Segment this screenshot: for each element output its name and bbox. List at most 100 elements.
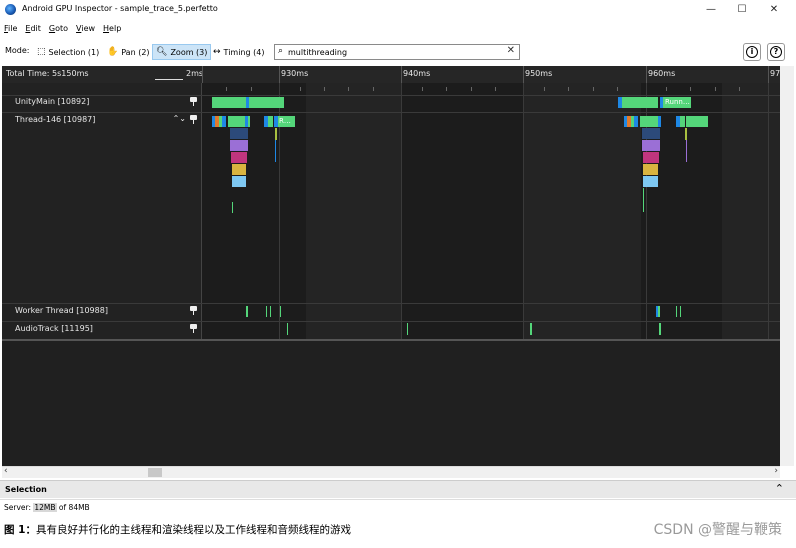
slice[interactable] bbox=[232, 176, 246, 187]
slice[interactable] bbox=[246, 306, 248, 317]
slice[interactable] bbox=[658, 306, 660, 317]
slice[interactable] bbox=[266, 306, 267, 317]
selection-panel-header[interactable]: Selection ⌃ bbox=[0, 480, 796, 498]
mode-selection-button[interactable]: ⬚ Selection (1) bbox=[33, 44, 103, 60]
info-button[interactable]: i bbox=[743, 43, 761, 61]
tick-label: 960ms bbox=[648, 69, 676, 78]
horizontal-scrollbar[interactable]: ‹ › bbox=[2, 466, 780, 478]
status-bar: Server: 12MB of 84MB bbox=[0, 499, 796, 514]
slice[interactable] bbox=[686, 140, 687, 162]
slice[interactable] bbox=[622, 97, 658, 108]
slice[interactable] bbox=[287, 323, 288, 335]
window-title: Android GPU Inspector - sample_trace_5.p… bbox=[22, 4, 218, 13]
slice[interactable] bbox=[230, 128, 248, 139]
toolbar: Mode: ⬚ Selection (1) ✋ Pan (2) 🔍︎ Zoom (3)… bbox=[0, 41, 796, 63]
slice[interactable] bbox=[680, 306, 681, 317]
slice[interactable] bbox=[686, 116, 708, 127]
mode-zoom-button[interactable]: 🔍︎ Zoom (3) bbox=[152, 44, 212, 60]
scroll-right-icon[interactable]: › bbox=[774, 466, 778, 476]
track-label-thread146[interactable]: Thread-146 [10987] bbox=[15, 115, 95, 124]
shade-band bbox=[722, 83, 780, 339]
mode-timing-button[interactable]: ↔ Timing (4) bbox=[209, 44, 268, 60]
figure-caption: 图 1：具有良好并行化的主线程和渲染线程以及工作线程和音频线程的游戏 bbox=[4, 524, 351, 536]
collapse-icon[interactable]: ⌃⌄ bbox=[173, 114, 186, 123]
pin-icon[interactable] bbox=[190, 324, 197, 333]
slice[interactable] bbox=[685, 128, 687, 140]
slice-label: Runn… bbox=[665, 98, 690, 106]
mode-pan-button[interactable]: ✋ Pan (2) bbox=[103, 44, 154, 60]
slice[interactable] bbox=[680, 116, 685, 127]
tick-mark bbox=[202, 66, 203, 83]
track-separator bbox=[2, 321, 780, 322]
app-logo-icon bbox=[5, 4, 16, 15]
slice[interactable] bbox=[634, 116, 638, 127]
slice[interactable] bbox=[245, 116, 248, 127]
shade-band bbox=[306, 83, 402, 339]
vertical-scrollbar[interactable] bbox=[780, 66, 794, 466]
slice[interactable] bbox=[275, 140, 276, 162]
menu-help[interactable]: Help bbox=[103, 24, 121, 33]
menu-bar: File Edit Goto View Help bbox=[0, 20, 796, 36]
help-button[interactable]: ? bbox=[767, 43, 785, 61]
total-time: Total Time: 5s150ms bbox=[6, 69, 89, 78]
track-separator bbox=[2, 303, 780, 304]
search-box[interactable]: ⌕ ✕ bbox=[274, 44, 520, 60]
track-label-worker-thread[interactable]: Worker Thread [10988] bbox=[15, 306, 108, 315]
close-button[interactable]: ✕ bbox=[760, 2, 788, 17]
slice[interactable] bbox=[659, 323, 661, 335]
tick-mark bbox=[523, 66, 524, 83]
slice[interactable] bbox=[407, 323, 408, 335]
slice[interactable] bbox=[676, 306, 677, 317]
slice[interactable] bbox=[658, 116, 661, 127]
chevron-up-icon[interactable]: ⌃ bbox=[775, 482, 784, 495]
pin-icon[interactable] bbox=[190, 97, 197, 106]
slice-label: R… bbox=[279, 117, 291, 125]
slice[interactable] bbox=[643, 152, 659, 163]
menu-file[interactable]: File bbox=[4, 24, 17, 33]
slice[interactable] bbox=[232, 164, 246, 175]
track-separator bbox=[2, 112, 780, 113]
gridline bbox=[401, 83, 402, 339]
slice[interactable] bbox=[230, 140, 248, 151]
search-icon: ⌕ bbox=[278, 46, 284, 56]
scroll-thumb[interactable] bbox=[148, 468, 162, 477]
slice[interactable] bbox=[257, 97, 284, 108]
time-ruler[interactable]: Total Time: 5s150ms 2ms 930ms 940ms 950m… bbox=[2, 66, 780, 83]
menu-goto[interactable]: Goto bbox=[49, 24, 68, 33]
clear-search-icon[interactable]: ✕ bbox=[507, 45, 515, 56]
track-label-audiotrack[interactable]: AudioTrack [11195] bbox=[15, 324, 93, 333]
slice[interactable] bbox=[643, 164, 658, 175]
track-label-unitymain[interactable]: UnityMain [10892] bbox=[15, 97, 89, 106]
slice[interactable] bbox=[642, 128, 660, 139]
pin-icon[interactable] bbox=[190, 115, 197, 124]
track-separator bbox=[2, 95, 780, 96]
slice[interactable] bbox=[643, 176, 658, 187]
slice[interactable] bbox=[249, 97, 257, 108]
timeline-panel[interactable]: Total Time: 5s150ms 2ms 930ms 940ms 950m… bbox=[2, 66, 780, 466]
pin-icon[interactable] bbox=[190, 306, 197, 315]
menu-view[interactable]: View bbox=[76, 24, 95, 33]
scroll-left-icon[interactable]: ‹ bbox=[4, 466, 8, 476]
minimize-button[interactable]: — bbox=[697, 2, 725, 17]
slice[interactable] bbox=[232, 202, 233, 213]
slice[interactable] bbox=[268, 116, 273, 127]
menu-edit[interactable]: Edit bbox=[25, 24, 41, 33]
slice[interactable] bbox=[212, 97, 246, 108]
zoom-icon: 🔍︎ bbox=[156, 47, 168, 57]
slice[interactable] bbox=[270, 306, 271, 317]
tick-label: 940ms bbox=[403, 69, 431, 78]
slice[interactable] bbox=[642, 140, 660, 151]
slice[interactable] bbox=[280, 306, 281, 317]
maximize-button[interactable]: ☐ bbox=[728, 2, 756, 17]
selection-title: Selection bbox=[5, 485, 47, 494]
search-input[interactable] bbox=[288, 46, 498, 58]
slice[interactable] bbox=[231, 152, 247, 163]
title-bar: Android GPU Inspector - sample_trace_5.p… bbox=[0, 0, 796, 19]
slice[interactable] bbox=[530, 323, 532, 335]
info-icon: i bbox=[746, 46, 758, 58]
slice[interactable] bbox=[275, 128, 277, 140]
slice[interactable] bbox=[222, 116, 226, 127]
slice[interactable] bbox=[643, 188, 644, 212]
slice[interactable] bbox=[640, 116, 660, 127]
tick-mark bbox=[768, 66, 769, 83]
